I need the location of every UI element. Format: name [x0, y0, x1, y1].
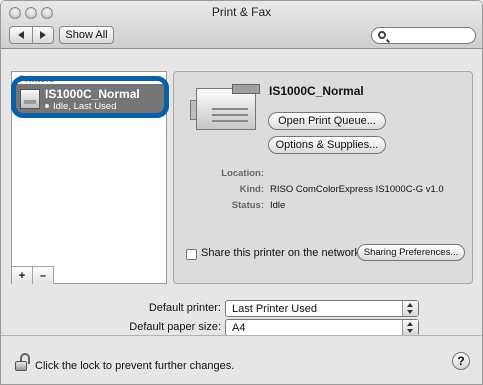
printer-detail-pane: IS1000C_Normal Open Print Queue... Optio… [173, 71, 473, 284]
default-paper-size-select[interactable]: A4 [225, 319, 419, 336]
location-label: Location: [221, 168, 264, 179]
selection-highlight-ring [11, 76, 169, 118]
status-value: Idle [270, 200, 286, 211]
back-forward-control [9, 26, 54, 44]
lock-status-text: Click the lock to prevent further change… [35, 360, 235, 372]
share-printer-label[interactable]: Share this printer on the network [201, 247, 360, 259]
printer-image [190, 82, 266, 134]
chevron-updown-icon [402, 301, 418, 316]
options-supplies-button[interactable]: Options & Supplies... [268, 136, 386, 154]
kind-label: Kind: [239, 184, 264, 195]
print-fax-window: Print & Fax Show All Printers IS1000C_No… [0, 0, 483, 385]
default-paper-size-label: Default paper size: [129, 321, 221, 333]
show-all-button[interactable]: Show All [59, 26, 114, 44]
forward-button[interactable] [31, 27, 54, 43]
search-input[interactable] [371, 27, 476, 44]
default-printer-label: Default printer: [148, 302, 221, 314]
footer-divider [1, 335, 482, 336]
printer-list-tools: + – [12, 266, 54, 284]
open-print-queue-button[interactable]: Open Print Queue... [268, 112, 386, 130]
search-icon [378, 31, 386, 39]
default-printer-select[interactable]: Last Printer Used [225, 300, 419, 317]
kind-value: RISO ComColorExpress IS1000C-G v1.0 [270, 184, 444, 195]
back-button[interactable] [10, 27, 32, 43]
default-printer-value: Last Printer Used [232, 303, 317, 315]
remove-printer-button[interactable]: – [33, 267, 54, 284]
share-printer-checkbox[interactable] [186, 249, 197, 260]
status-label: Status: [231, 200, 264, 211]
window-title: Print & Fax [211, 5, 272, 19]
printer-name-heading: IS1000C_Normal [269, 84, 364, 98]
sharing-preferences-button[interactable]: Sharing Preferences... [357, 244, 465, 261]
add-printer-button[interactable]: + [12, 267, 33, 284]
back-arrow-icon [17, 31, 24, 39]
default-paper-size-value: A4 [232, 322, 246, 334]
lock-icon[interactable] [15, 353, 31, 371]
chevron-updown-icon [402, 320, 418, 335]
title-bar: Print & Fax Show All [1, 1, 482, 49]
help-button[interactable]: ? [452, 352, 470, 370]
forward-arrow-icon [39, 31, 46, 39]
